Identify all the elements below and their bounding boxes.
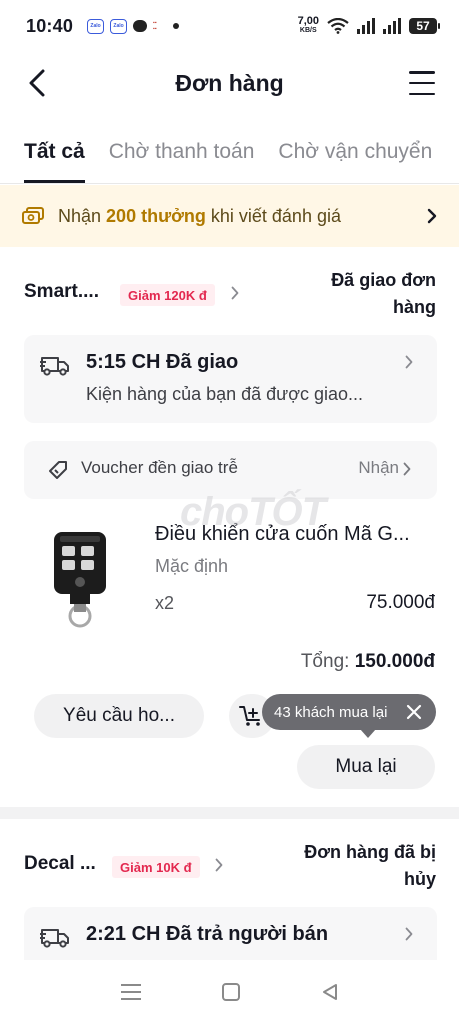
- tooltip-arrow: [360, 729, 376, 738]
- order-card: Decal ... Giảm 10K đ Đơn hàng đã bị hủy …: [0, 819, 459, 977]
- close-icon[interactable]: [406, 704, 422, 720]
- product-image[interactable]: [46, 522, 116, 632]
- section-divider: [0, 807, 459, 819]
- total-label: Tổng:: [300, 651, 355, 672]
- voucher-label: Voucher đền giao trễ: [81, 458, 238, 477]
- product-quantity: x2: [155, 593, 175, 613]
- wifi-icon: [327, 18, 349, 34]
- total-value: 150.000đ: [354, 651, 435, 672]
- tab-awaiting-payment[interactable]: Chờ thanh toán: [97, 128, 267, 183]
- claim-voucher-button[interactable]: Nhận: [358, 458, 399, 478]
- truck-icon: [40, 929, 69, 948]
- truck-icon: [40, 357, 69, 376]
- delivery-title: 5:15 CH Đã giao: [86, 351, 239, 373]
- tab-all[interactable]: Tất cả: [0, 128, 97, 183]
- chat-bubble-icon: [133, 20, 148, 32]
- app-header: Đơn hàng: [0, 58, 459, 108]
- product-variant: Mặc định: [155, 556, 229, 576]
- zalo-app-icon: Zalo: [110, 18, 128, 34]
- battery-level: 57: [416, 19, 430, 33]
- chevron-right-icon: [405, 355, 413, 369]
- network-speed-unit: KB/S: [299, 27, 317, 34]
- chevron-right-icon: [231, 286, 239, 300]
- back-arrow-icon: [29, 69, 45, 97]
- network-speed-value: 7,00: [297, 15, 319, 27]
- coins-icon: [22, 207, 44, 224]
- rebuy-button[interactable]: Mua lại: [297, 745, 435, 789]
- discount-badge: Giảm 10K đ: [112, 856, 200, 878]
- battery-icon: 57: [409, 18, 440, 34]
- chevron-right-icon: [403, 462, 411, 476]
- tooltip-text: 43 khách mua lại: [274, 703, 388, 721]
- rebuy-tooltip: 43 khách mua lại: [262, 694, 436, 738]
- delivery-status-card[interactable]: 5:15 CH Đã giao Kiện hàng của bạn đã đượ…: [24, 335, 437, 423]
- delivery-subtitle: Kiện hàng của bạn đã được giao...: [86, 384, 364, 404]
- promo-highlight: 200 thưởng: [106, 205, 206, 226]
- review-reward-banner[interactable]: Nhận 200 thưởng khi viết đánh giá: [0, 185, 459, 247]
- chevron-right-icon: [427, 208, 437, 224]
- status-time: 10:40: [26, 15, 74, 36]
- signal-icon: [357, 18, 375, 34]
- discount-badge: Giảm 120K đ: [120, 284, 215, 306]
- chevron-right-icon: [405, 927, 413, 941]
- app-logo-icon: ▪▪ ▪▪: [153, 20, 157, 32]
- notification-dot-icon: [173, 23, 180, 29]
- status-indicators: 7,00 KB/S 57: [297, 15, 440, 35]
- order-tabs: Tất cả Chờ thanh toán Chờ vận chuyển: [0, 128, 459, 184]
- back-triangle-icon[interactable]: [321, 983, 339, 1001]
- tab-awaiting-shipping[interactable]: Chờ vận chuyển: [266, 128, 444, 183]
- order-total: Tổng: 150.000đ: [301, 651, 435, 673]
- home-button[interactable]: [221, 983, 240, 1001]
- delivery-title: 2:21 CH Đã trả người bán: [86, 923, 329, 945]
- hamburger-icon: [409, 71, 435, 74]
- request-invoice-button[interactable]: Yêu cầu ho...: [34, 694, 204, 738]
- product-price: 75.000đ: [366, 592, 435, 613]
- chevron-right-icon: [215, 858, 223, 872]
- signal-icon: [383, 18, 401, 34]
- promo-text: Nhận 200 thưởng khi viết đánh giá: [58, 205, 341, 226]
- menu-button[interactable]: [409, 71, 435, 95]
- voucher-tag-icon: [49, 461, 67, 479]
- recent-apps-button[interactable]: [120, 984, 141, 1000]
- shop-name: Smart....: [24, 281, 99, 302]
- system-nav-bar: [0, 960, 459, 1024]
- shop-row[interactable]: Smart.... Giảm 120K đ Đã giao đơn hàng: [24, 267, 436, 317]
- cart-plus-icon: [239, 706, 260, 726]
- order-status: Đã giao đơn hàng: [331, 270, 436, 317]
- network-speed: 7,00 KB/S: [297, 15, 319, 35]
- shop-row[interactable]: Decal ... Giảm 10K đ Đơn hàng đã bị hủy: [24, 839, 436, 889]
- shop-name: Decal ...: [24, 853, 96, 874]
- zalo-app-icon: Zalo: [87, 18, 105, 34]
- watermark-logo: choTỐT: [180, 490, 326, 534]
- page-title: Đơn hàng: [175, 69, 284, 96]
- order-status: Đơn hàng đã bị hủy: [304, 842, 436, 889]
- notification-icons: Zalo Zalo ▪▪ ▪▪: [87, 18, 180, 34]
- back-button[interactable]: [22, 68, 52, 98]
- status-bar: 10:40 Zalo Zalo ▪▪ ▪▪ 7,00 KB/S 57: [0, 0, 459, 52]
